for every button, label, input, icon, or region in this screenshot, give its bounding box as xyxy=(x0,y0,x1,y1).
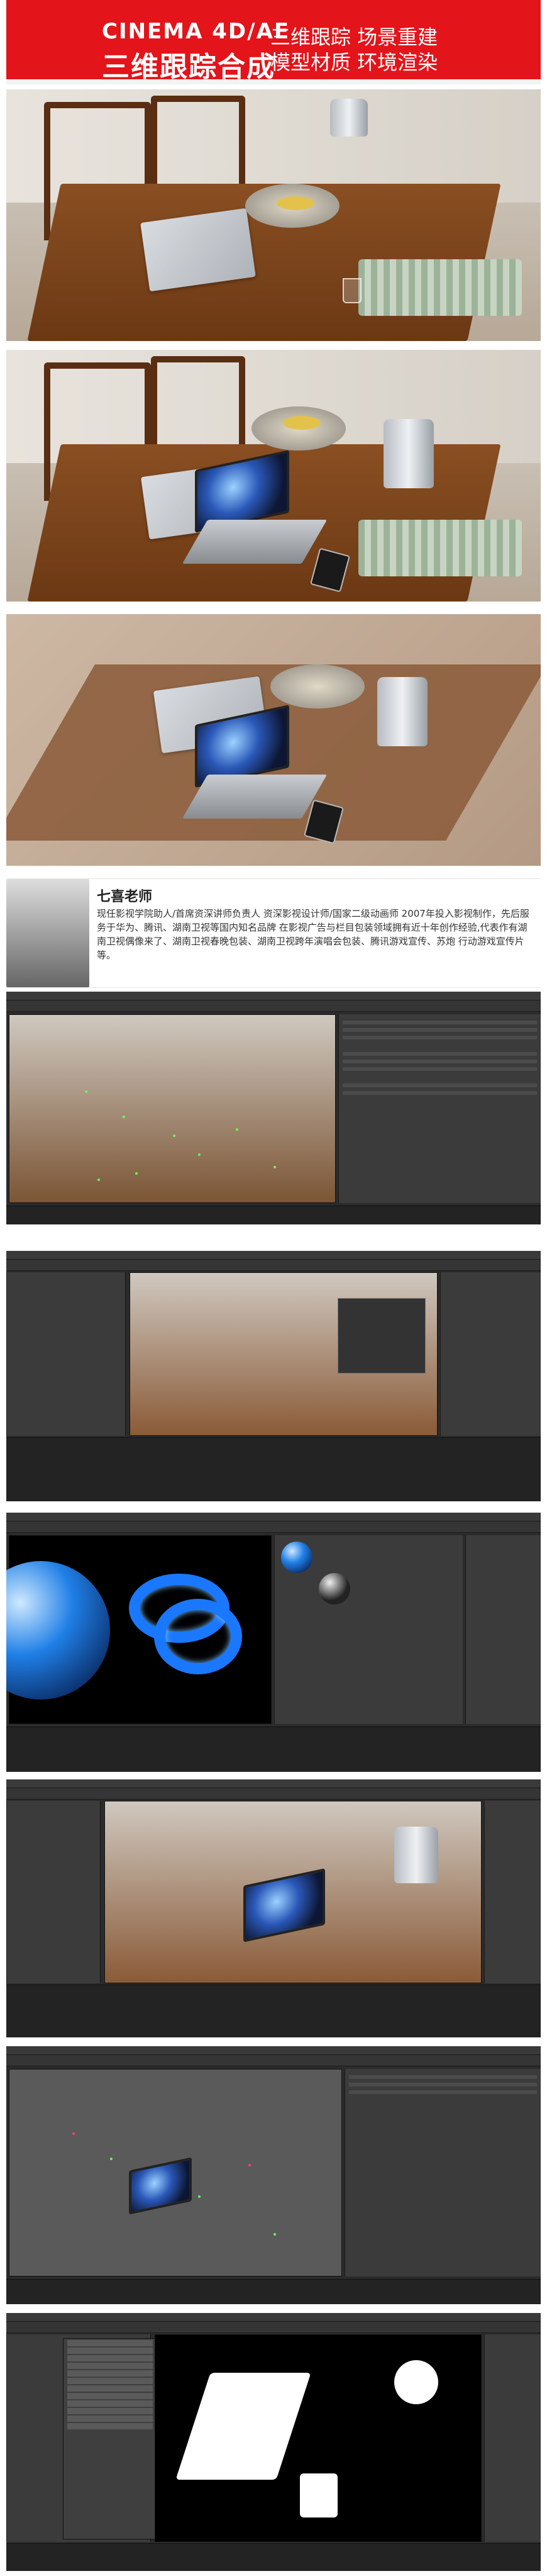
effects-panel[interactable] xyxy=(484,1801,541,1983)
composition-viewer[interactable] xyxy=(104,1801,482,1983)
macbook-screen xyxy=(129,2157,192,2215)
teacher-name: 七喜老师 xyxy=(97,888,153,905)
composition-viewer[interactable] xyxy=(155,2334,482,2542)
teacher-card: 七喜老师 现任影视学院助人/首席资深讲师负责人 资深影视设计师/国家二级动画师 … xyxy=(6,878,541,988)
banner-title-line2: 三维跟踪合成 xyxy=(102,51,275,83)
toolbar[interactable] xyxy=(6,1260,541,1271)
kettle xyxy=(394,1827,438,1883)
project-panel[interactable] xyxy=(6,1801,101,1983)
toolbar[interactable] xyxy=(6,1000,541,1012)
glass xyxy=(343,278,362,303)
kettle-mask xyxy=(394,2360,438,2404)
timeline[interactable] xyxy=(6,1437,541,1501)
scene-3d-render xyxy=(6,614,541,866)
blue-sphere xyxy=(6,1561,110,1700)
toolbar[interactable] xyxy=(6,1521,541,1533)
context-menu[interactable] xyxy=(63,2338,157,2540)
torus-knot xyxy=(154,1599,242,1674)
macbook-base xyxy=(182,775,328,819)
banner-subtitle-line2: 模型材质 环境渲染 xyxy=(270,50,438,74)
closed-laptop xyxy=(140,208,256,292)
material-preview xyxy=(281,1542,312,1573)
attribute-panel[interactable] xyxy=(338,1014,541,1203)
menu-bar[interactable] xyxy=(6,992,541,1000)
fruit-bowl xyxy=(270,664,365,708)
layers-panel[interactable] xyxy=(465,1535,541,1724)
timeline[interactable] xyxy=(6,2543,541,2571)
screenshot-ae-final-comp xyxy=(6,1779,541,2037)
viewport[interactable] xyxy=(9,1014,336,1203)
menu-bar[interactable] xyxy=(6,2046,541,2055)
menu-bar[interactable] xyxy=(6,1779,541,1788)
teacher-bio: 现任影视学院助人/首席资深讲师负责人 资深影视设计师/国家二级动画师 2007年… xyxy=(97,908,529,961)
timeline[interactable] xyxy=(6,1985,541,2037)
teacher-portrait xyxy=(6,879,89,987)
phone-mask xyxy=(300,2473,338,2517)
teapot xyxy=(330,99,368,137)
kettle xyxy=(377,677,428,746)
macbook-base xyxy=(182,520,328,564)
screenshot-c4d-motion-tracker xyxy=(6,992,541,1224)
render-view[interactable] xyxy=(6,1535,272,1724)
menu-bar[interactable] xyxy=(6,1513,541,1521)
screenshot-c4d-point-cloud xyxy=(6,2046,541,2304)
banana xyxy=(277,196,314,210)
timeline[interactable] xyxy=(6,2279,541,2304)
composition-viewer[interactable] xyxy=(130,1272,438,1436)
toolbar[interactable] xyxy=(6,2055,541,2066)
material-manager[interactable] xyxy=(6,1727,541,1772)
attribute-panel[interactable] xyxy=(345,2069,541,2276)
toolbar[interactable] xyxy=(6,1788,541,1800)
effects-panel[interactable] xyxy=(484,2334,541,2542)
menu-bar[interactable] xyxy=(6,2313,541,2322)
banner-title-line1: CINEMA 4D/AE xyxy=(102,19,290,44)
chair-cushion xyxy=(358,259,522,316)
kettle xyxy=(384,419,434,488)
banana xyxy=(283,416,321,430)
screenshot-ae-render-passes xyxy=(6,2313,541,2571)
scene-photo-composited xyxy=(6,350,541,602)
dialog[interactable] xyxy=(338,1298,426,1374)
material-preview xyxy=(319,1573,350,1604)
chair-cushion xyxy=(358,520,522,576)
material-editor[interactable] xyxy=(274,1535,463,1724)
screenshot-c4d-materials xyxy=(6,1513,541,1772)
viewport[interactable] xyxy=(9,2069,342,2276)
menu-bar[interactable] xyxy=(6,1251,541,1260)
title-banner: CINEMA 4D/AE 三维跟踪合成 三维跟踪 场景重建 模型材质 环境渲染 xyxy=(6,0,541,84)
effects-panel[interactable] xyxy=(440,1272,541,1436)
project-panel[interactable] xyxy=(6,1272,126,1436)
scene-photo-original xyxy=(6,89,541,341)
laptop-mask xyxy=(175,2373,311,2480)
toolbar[interactable] xyxy=(6,2322,541,2333)
screenshot-ae-composition xyxy=(6,1251,541,1501)
macbook-screen xyxy=(243,1868,325,1942)
timeline[interactable] xyxy=(6,1206,541,1224)
